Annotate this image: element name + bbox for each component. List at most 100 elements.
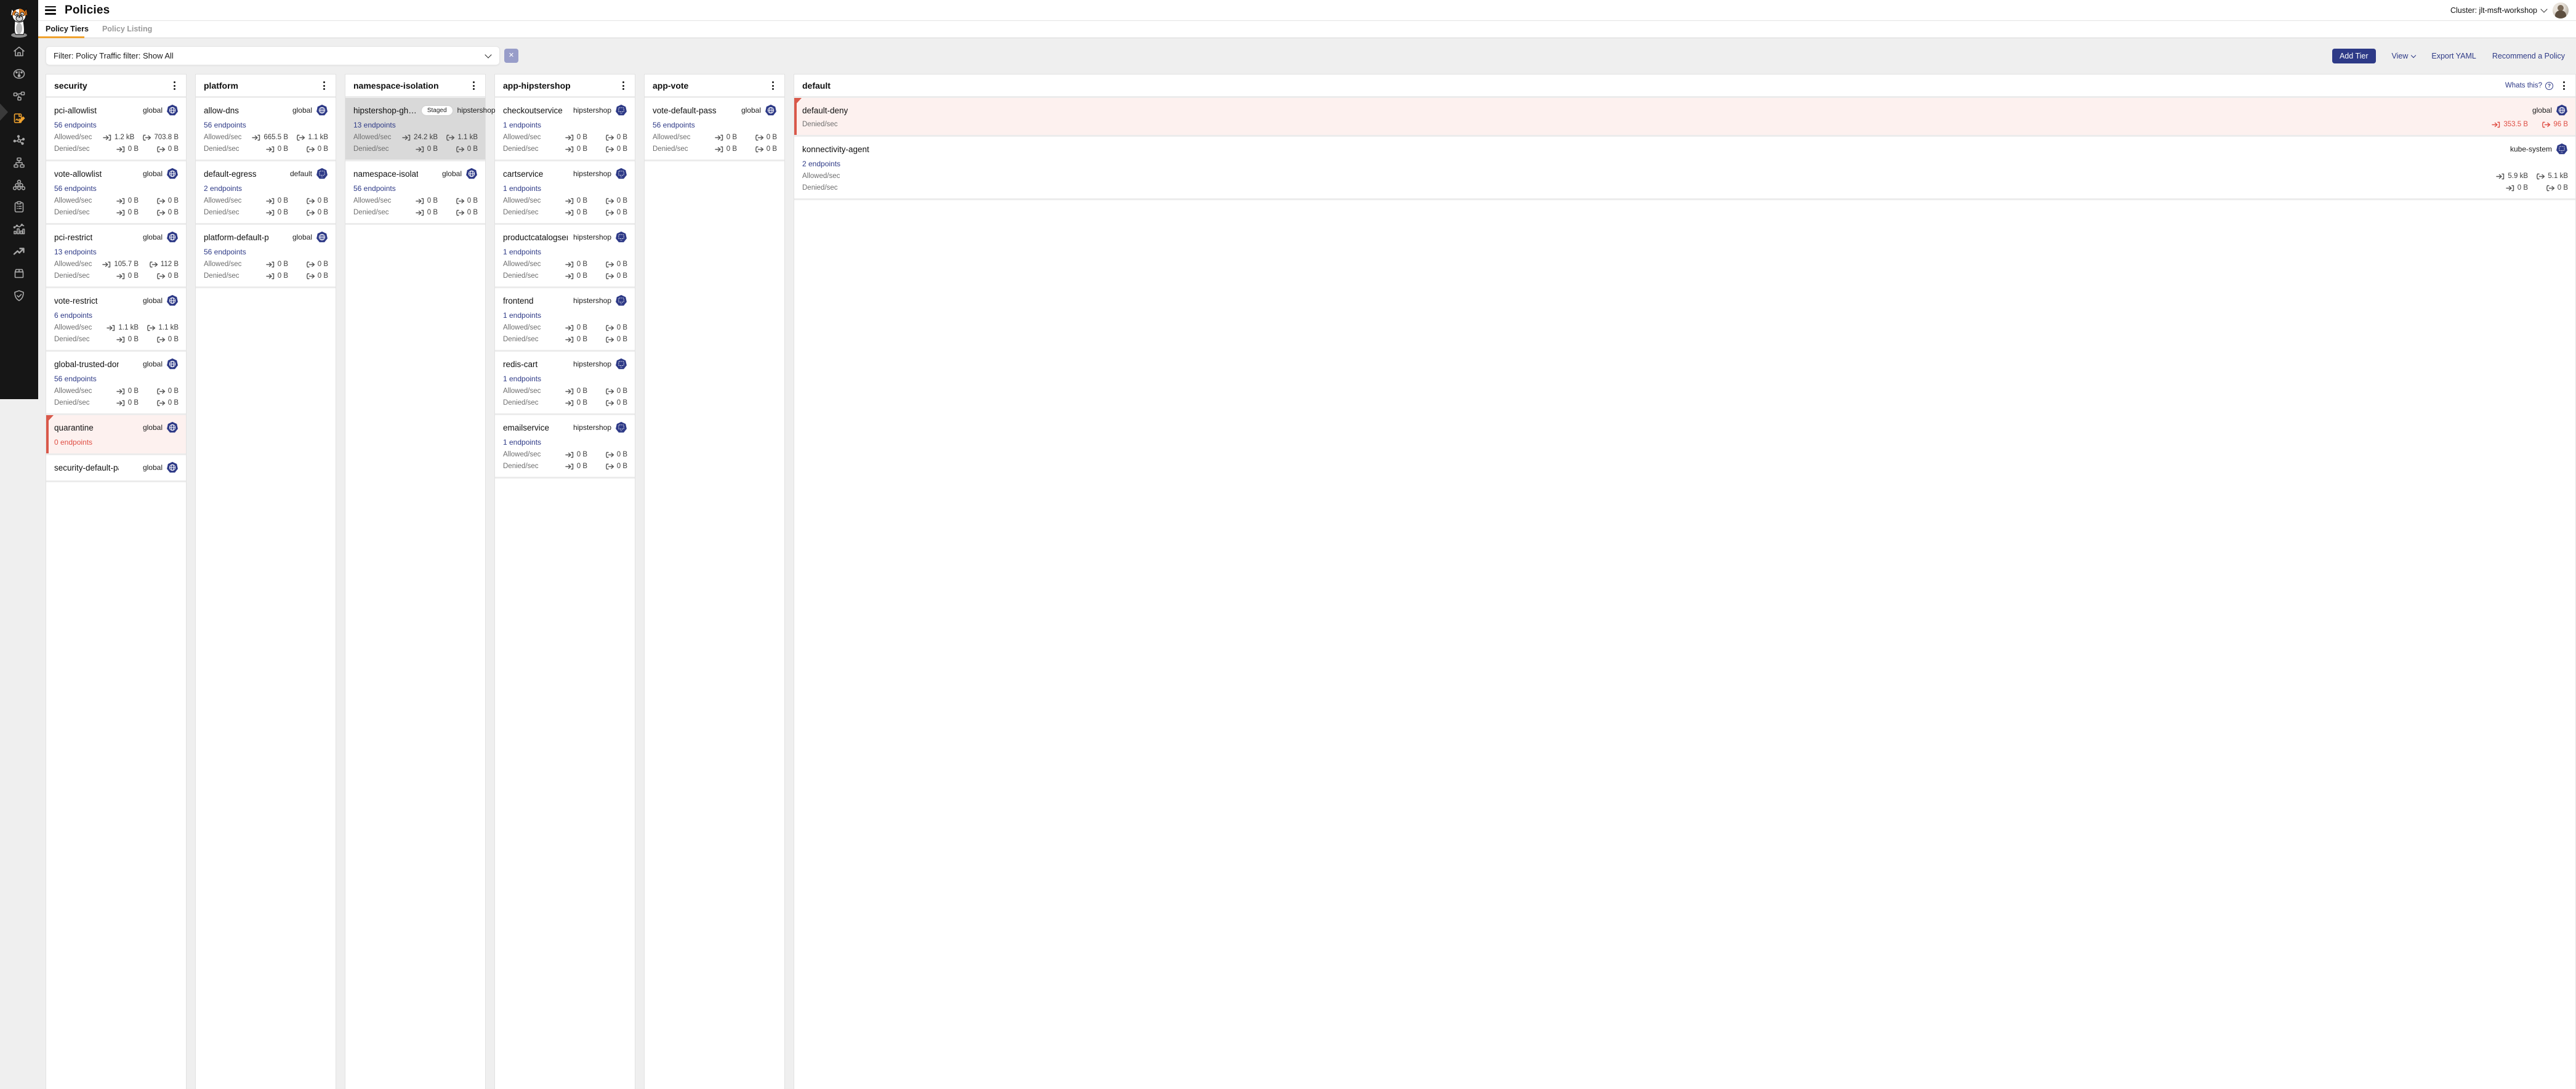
policy-card[interactable]: namespace-isolation-default-p… global 56… — [345, 161, 485, 225]
add-tier-button[interactable]: Add Tier — [2332, 49, 2376, 63]
policy-card[interactable]: frontend hipstershop ns 1 endpoints Allo… — [495, 288, 635, 352]
view-dropdown[interactable]: View — [2392, 52, 2416, 60]
policy-card[interactable]: security-default-pass global — [46, 455, 186, 482]
endpoints-link[interactable]: 1 endpoints — [503, 374, 541, 383]
endpoints-link[interactable]: 56 endpoints — [353, 184, 396, 193]
policy-name: pci-allowlist — [54, 106, 97, 115]
policy-card[interactable]: productcatalogservice hipstershop ns 1 e… — [495, 225, 635, 288]
endpoints-link[interactable]: 1 endpoints — [503, 438, 541, 447]
sidebar-item-packages[interactable] — [11, 267, 27, 280]
policy-card[interactable]: vote-default-pass global 56 endpoints Al… — [645, 98, 784, 161]
sidebar-item-compliance[interactable] — [11, 201, 27, 213]
traffic-stat-row: Denied/sec 0 B 0 B — [503, 272, 627, 280]
ingress-arrow-icon — [252, 134, 261, 141]
endpoints-link[interactable]: 56 endpoints — [204, 121, 246, 129]
egress-arrow-icon — [296, 134, 305, 141]
policy-card[interactable]: platform-default-pass global 56 endpoint… — [196, 225, 336, 288]
policy-card[interactable]: checkoutservice hipstershop ns 1 endpoin… — [495, 98, 635, 161]
policy-card[interactable]: vote-restrict global 6 endpoints Allowed… — [46, 288, 186, 352]
ingress-value: 665.5 B — [264, 134, 288, 141]
policy-card[interactable]: global-trusted-domains global 56 endpoin… — [46, 352, 186, 415]
policy-card[interactable]: emailservice hipstershop ns 1 endpoints … — [495, 415, 635, 479]
sidebar-item-trends[interactable] — [11, 245, 27, 257]
endpoints-link[interactable]: 13 endpoints — [54, 248, 97, 256]
policy-card[interactable]: cartservice hipstershop ns 1 endpoints A… — [495, 161, 635, 225]
tier-menu-kebab-icon[interactable] — [2559, 81, 2568, 91]
policy-card[interactable]: default-deny global Denied/sec 3 — [794, 98, 2575, 137]
stat-label: Denied/sec — [503, 209, 539, 216]
policy-name: checkoutservice — [503, 106, 563, 115]
stat-label: Denied/sec — [54, 145, 90, 153]
policy-name: frontend — [503, 296, 534, 306]
policy-scope-label: global — [292, 106, 312, 115]
tier-menu-kebab-icon[interactable] — [469, 81, 478, 91]
sidebar-item-flow-hierarchy[interactable] — [11, 156, 27, 169]
policy-card[interactable]: konnectivity-agent kube-system ns 2 endp… — [794, 137, 2575, 200]
sidebar-item-reports[interactable] — [11, 223, 27, 235]
endpoints-link[interactable]: 1 endpoints — [503, 121, 541, 129]
endpoints-link[interactable]: 2 endpoints — [802, 160, 840, 168]
egress-arrow-icon — [605, 325, 614, 331]
endpoints-link[interactable]: 0 endpoints — [54, 438, 92, 447]
policy-card[interactable]: quarantine global 0 endpoints — [46, 415, 186, 455]
tab-policy-tiers[interactable]: Policy Tiers — [46, 25, 89, 34]
sidebar-item-service-graph[interactable] — [11, 134, 27, 147]
sidebar-item-policies[interactable] — [11, 112, 27, 124]
global-scope-icon — [166, 231, 179, 243]
sidebar-item-clusters[interactable] — [11, 179, 27, 191]
policy-card[interactable]: redis-cart hipstershop ns 1 endpoints Al… — [495, 352, 635, 415]
tier-menu-kebab-icon[interactable] — [768, 81, 777, 91]
endpoints-link[interactable]: 2 endpoints — [204, 184, 242, 193]
tier-menu-kebab-icon[interactable] — [619, 81, 627, 91]
stat-label: Allowed/sec — [802, 172, 840, 180]
tier-header: default Whats this? ? — [794, 75, 2575, 98]
policy-card[interactable]: hipstershop-gh… Staged hipstershop ns 13… — [345, 98, 485, 161]
global-scope-icon — [166, 294, 179, 307]
policy-card[interactable]: default-egress default ns 2 endpoints Al… — [196, 161, 336, 225]
policy-filter-dropdown[interactable]: Filter: Policy Traffic filter: Show All — [46, 46, 500, 65]
active-tab-indicator — [38, 36, 84, 38]
policy-card[interactable]: pci-allowlist global 56 endpoints Allowe… — [46, 98, 186, 161]
stat-label: Denied/sec — [204, 145, 239, 153]
policy-name: hipstershop-gh… — [353, 106, 417, 115]
clear-filter-button[interactable]: ✕ — [504, 49, 518, 63]
policy-card[interactable]: vote-allowlist global 56 endpoints Allow… — [46, 161, 186, 225]
ingress-value: 0 B — [577, 399, 587, 407]
user-avatar[interactable] — [2553, 2, 2569, 18]
egress-arrow-icon — [755, 146, 764, 153]
endpoints-link[interactable]: 1 endpoints — [503, 184, 541, 193]
endpoints-link[interactable]: 1 endpoints — [503, 311, 541, 320]
endpoints-link[interactable]: 13 endpoints — [353, 121, 396, 129]
ingress-value: 0 B — [278, 145, 288, 153]
flow-hierarchy-icon — [13, 156, 25, 169]
tab-policy-listing[interactable]: Policy Listing — [102, 25, 152, 34]
policy-scope-label: global — [143, 233, 163, 241]
tier-menu-kebab-icon[interactable] — [320, 81, 328, 91]
ingress-value: 0 B — [278, 197, 288, 204]
policy-card[interactable]: allow-dns global 56 endpoints Allowed/se… — [196, 98, 336, 161]
endpoints-link[interactable]: 56 endpoints — [54, 184, 97, 193]
hamburger-menu-icon[interactable] — [45, 6, 56, 15]
sidebar-item-network[interactable] — [11, 90, 27, 102]
export-yaml-button[interactable]: Export YAML — [2431, 52, 2476, 60]
endpoints-link[interactable]: 56 endpoints — [204, 248, 246, 256]
policy-card[interactable]: pci-restrict global 13 endpoints Allowed… — [46, 225, 186, 288]
sidebar-item-threat-defense[interactable] — [11, 289, 27, 302]
tier-column: app-vote vote-default-pass global 56 — [644, 74, 785, 1089]
stat-label: Denied/sec — [802, 121, 838, 128]
endpoints-link[interactable]: 56 endpoints — [653, 121, 695, 129]
sidebar-item-dashboard[interactable] — [11, 68, 27, 80]
traffic-stat-row: Allowed/sec 1.2 kB 703.8 B — [54, 134, 179, 141]
sidebar-item-home[interactable] — [11, 46, 27, 58]
policy-name: quarantine — [54, 423, 94, 432]
policy-name: namespace-isolation-default-p… — [353, 169, 418, 179]
endpoints-link[interactable]: 6 endpoints — [54, 311, 92, 320]
whats-this-link[interactable]: Whats this? ? — [2505, 82, 2553, 90]
endpoints-link[interactable]: 56 endpoints — [54, 374, 97, 383]
endpoints-link[interactable]: 56 endpoints — [54, 121, 97, 129]
recommend-policy-button[interactable]: Recommend a Policy — [2492, 52, 2565, 60]
tier-menu-kebab-icon[interactable] — [170, 81, 179, 91]
endpoints-link[interactable]: 1 endpoints — [503, 248, 541, 256]
global-scope-icon — [166, 104, 179, 116]
cluster-selector[interactable]: Cluster: jlt-msft-workshop — [2450, 6, 2546, 15]
